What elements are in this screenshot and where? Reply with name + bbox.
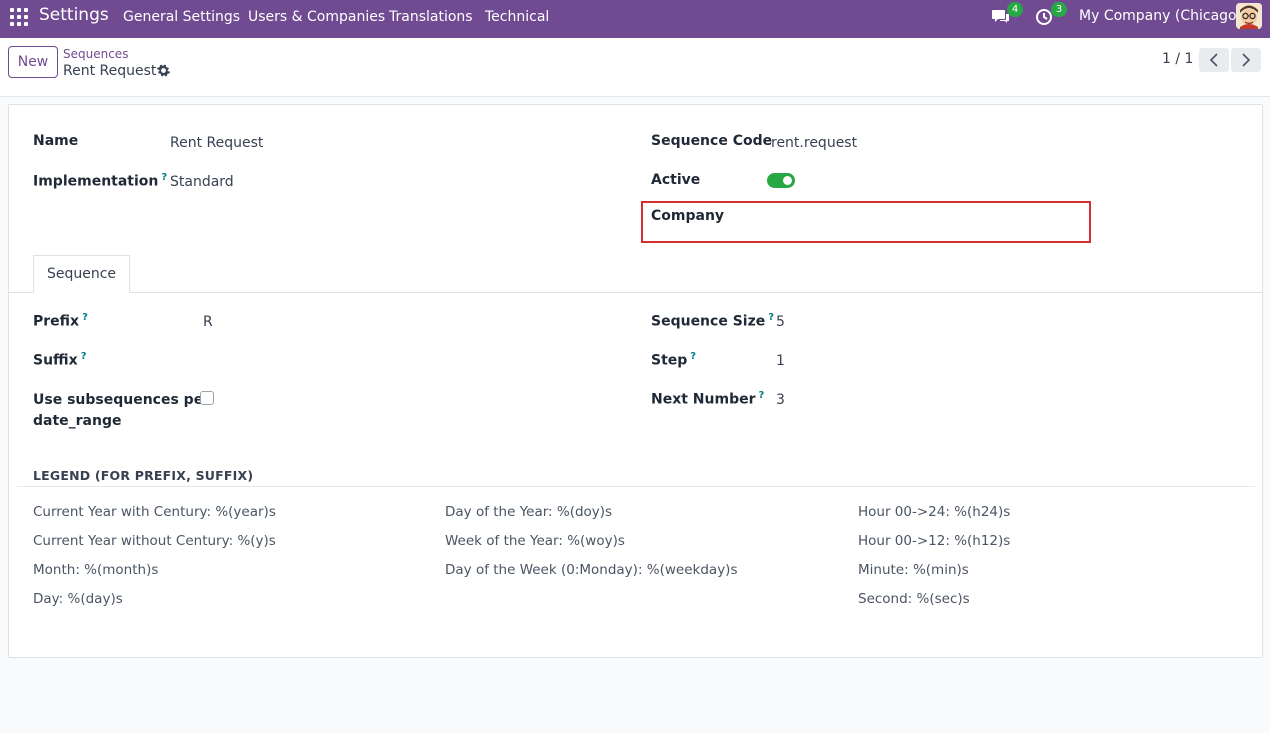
active-toggle[interactable] <box>767 173 795 188</box>
implementation-field[interactable]: Standard <box>170 174 234 190</box>
legend-item: Second: %(sec)s <box>858 591 970 607</box>
activities-clock-icon[interactable]: 3 <box>1035 2 1067 30</box>
company-switcher[interactable]: My Company (Chicago) <box>1079 8 1242 24</box>
legend-item: Minute: %(min)s <box>858 562 969 578</box>
legend-item: Week of the Year: %(woy)s <box>445 533 625 549</box>
legend-item: Hour 00->24: %(h24)s <box>858 504 1011 520</box>
pager-next-button[interactable] <box>1231 48 1261 72</box>
top-navbar: Settings General Settings Users & Compan… <box>0 0 1270 38</box>
suffix-label: Suffix? <box>33 351 87 369</box>
help-tooltip-icon[interactable]: ? <box>81 351 87 362</box>
step-field[interactable]: 1 <box>776 353 785 369</box>
prefix-field[interactable]: R <box>203 314 213 330</box>
legend-item: Current Year with Century: %(year)s <box>33 504 276 520</box>
menu-users-companies[interactable]: Users & Companies <box>248 9 385 25</box>
legend-item: Month: %(month)s <box>33 562 159 578</box>
help-tooltip-icon[interactable]: ? <box>161 172 167 183</box>
gear-icon[interactable] <box>157 64 170 77</box>
legend-divider <box>17 486 1255 487</box>
messages-icon[interactable]: 4 <box>991 2 1023 30</box>
sequence-size-field[interactable]: 5 <box>776 314 785 330</box>
active-label: Active <box>651 172 701 188</box>
implementation-label: Implementation? <box>33 172 168 190</box>
pager-value[interactable]: 1 / 1 <box>1162 51 1193 67</box>
subsequences-checkbox[interactable] <box>200 391 214 405</box>
apps-grid-icon[interactable] <box>10 8 28 26</box>
help-tooltip-icon[interactable]: ? <box>759 390 765 401</box>
breadcrumb-sequences[interactable]: Sequences <box>63 47 128 61</box>
tab-sequence[interactable]: Sequence <box>33 255 130 293</box>
menu-translations[interactable]: Translations <box>389 9 473 25</box>
sequence-size-label: Sequence Size? <box>651 312 775 330</box>
subsequences-label: Use subsequences per date_range <box>33 392 211 429</box>
legend-item: Hour 00->12: %(h12)s <box>858 533 1011 549</box>
legend-item: Day of the Year: %(doy)s <box>445 504 613 520</box>
prefix-label: Prefix? <box>33 312 88 330</box>
tab-divider <box>9 292 1262 293</box>
app-brand[interactable]: Settings <box>39 5 109 25</box>
legend-title: LEGEND (FOR PREFIX, SUFFIX) <box>33 468 254 483</box>
legend-item: Current Year without Century: %(y)s <box>33 533 276 549</box>
next-number-label: Next Number? <box>651 390 765 408</box>
new-button[interactable]: New <box>8 46 58 78</box>
name-label: Name <box>33 133 79 149</box>
help-tooltip-icon[interactable]: ? <box>690 351 696 362</box>
help-tooltip-icon[interactable]: ? <box>768 312 774 323</box>
pager-previous-button[interactable] <box>1199 48 1229 72</box>
name-field[interactable]: Rent Request <box>170 135 263 151</box>
legend-item: Day of the Week (0:Monday): %(weekday)s <box>445 562 738 578</box>
messages-badge: 4 <box>1007 2 1023 17</box>
chevron-right-icon <box>1242 53 1251 67</box>
help-tooltip-icon[interactable]: ? <box>82 312 88 323</box>
activities-badge: 3 <box>1051 2 1067 17</box>
form-sheet: Name Rent Request Implementation? Standa… <box>8 104 1263 658</box>
breadcrumb-current: Rent Request <box>63 63 157 79</box>
user-avatar[interactable] <box>1236 3 1262 29</box>
legend-item: Day: %(day)s <box>33 591 123 607</box>
company-label: Company <box>651 208 725 224</box>
control-panel: New Sequences Rent Request 1 / 1 <box>0 38 1270 97</box>
sequence-code-field[interactable]: rent.request <box>771 135 857 151</box>
menu-general-settings[interactable]: General Settings <box>123 9 240 25</box>
sequence-code-label: Sequence Code <box>651 133 773 149</box>
menu-technical[interactable]: Technical <box>485 9 549 25</box>
chevron-left-icon <box>1209 53 1218 67</box>
next-number-field[interactable]: 3 <box>776 392 785 408</box>
step-label: Step? <box>651 351 697 369</box>
